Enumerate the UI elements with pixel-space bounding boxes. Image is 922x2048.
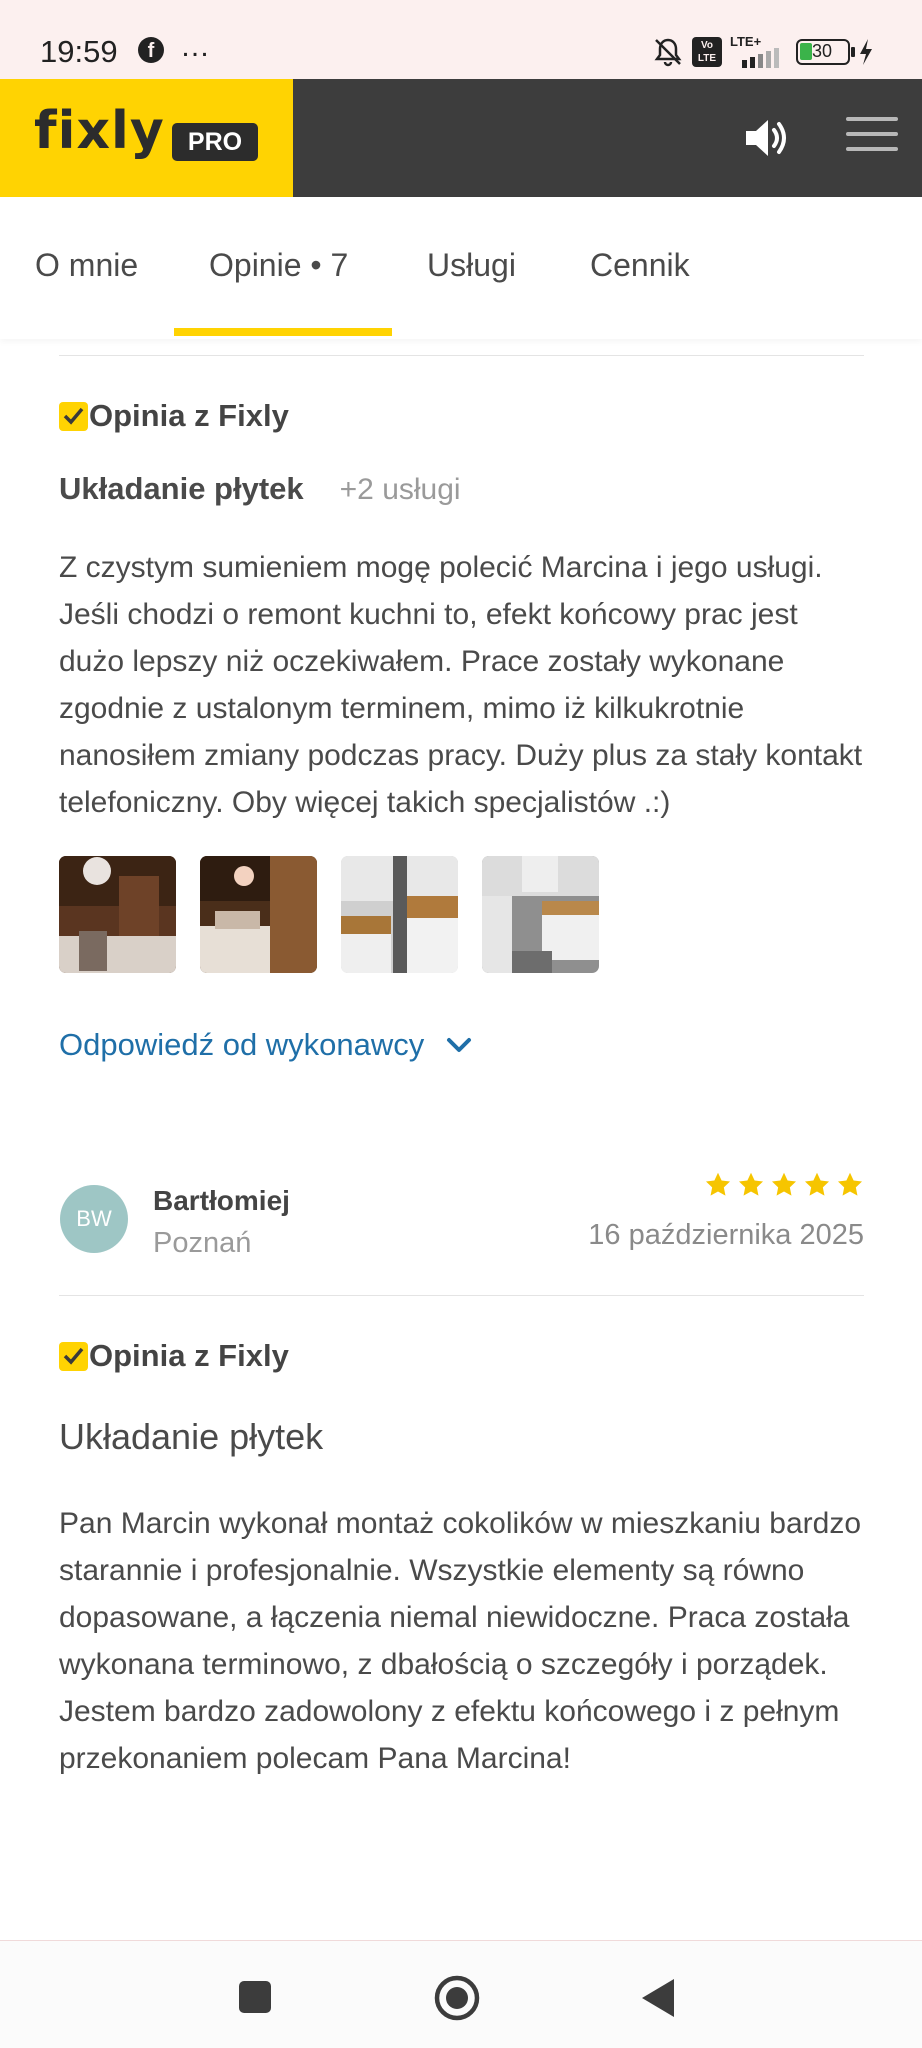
fixly-review-badge: Opinia z Fixly [59,1338,864,1374]
reviewer-header: BW Bartłomiej Poznań 16 października 202… [59,1157,864,1297]
review-photo[interactable] [200,856,317,973]
service-name: Układanie płytek [59,1416,324,1457]
recent-apps-icon[interactable] [237,1979,273,2015]
volte-icon: Vo LTE [692,37,722,67]
badge-label: Opinia z Fixly [89,1338,289,1373]
review-services: Układanie płytek +2 usługi [59,471,864,507]
lte-label: LTE+ [730,34,762,49]
battery-icon: 30 [796,39,855,65]
reviewer-city: Poznań [153,1227,252,1259]
divider [59,355,864,356]
review-date: 16 października 2025 [588,1219,864,1251]
active-tab-indicator [174,328,392,336]
chevron-down-icon [447,1038,472,1052]
review-card: Opinia z Fixly Układanie płytek +2 usług… [59,355,864,1063]
tab-opinie[interactable]: Opinie • 7 [209,247,348,284]
back-icon[interactable] [640,1977,676,2019]
charging-icon [860,39,872,65]
logo-text: fixly [34,101,165,161]
screen: 19:59 f … Vo LTE LTE+ 30 fixly PRO O mni… [0,0,922,2048]
review-text: Z czystym sumieniem mogę polecić Marcina… [59,551,863,819]
profile-tabs: O mnie Opinie • 7 Usługi Cennik [0,197,922,339]
home-icon[interactable] [433,1974,481,2022]
reviews-list: Opinia z Fixly Układanie płytek +2 usług… [59,339,864,1782]
reviewer-name: Bartłomiej [153,1185,290,1216]
speaker-icon[interactable] [740,113,790,163]
service-name: Układanie płytek [59,471,304,506]
star-icon [771,1172,797,1196]
bell-muted-icon [654,38,682,67]
signal-icon: LTE+ [730,34,780,68]
review-photos [59,856,864,973]
tab-cennik[interactable]: Cennik [590,247,690,284]
review-photo[interactable] [482,856,599,973]
status-time: 19:59 [40,34,118,69]
rating-stars [704,1171,864,1199]
pro-badge: PRO [172,123,258,161]
tab-uslugi[interactable]: Usługi [427,247,516,284]
star-icon [705,1172,731,1196]
review-card: BW Bartłomiej Poznań 16 października 202… [59,1157,864,1782]
fixly-logo[interactable]: fixly PRO [0,79,293,197]
star-icon [738,1172,764,1196]
reply-link-label: Odpowiedź od wykonawcy [59,1027,425,1062]
contractor-reply-toggle[interactable]: Odpowiedź od wykonawcy [59,1027,864,1063]
more-notifications-icon: … [180,30,211,63]
avatar: BW [60,1185,128,1253]
review-photo[interactable] [59,856,176,973]
review-text: Pan Marcin wykonał montaż cokolików w mi… [59,1507,862,1775]
review-photo[interactable] [341,856,458,973]
status-icons: Vo LTE LTE+ 30 [652,32,874,72]
more-services[interactable]: +2 usługi [340,473,461,507]
star-icon [804,1172,830,1196]
facebook-icon: f [138,37,164,63]
fixly-review-badge: Opinia z Fixly [59,398,864,434]
badge-label: Opinia z Fixly [89,398,289,433]
app-header: fixly PRO [0,79,922,197]
hamburger-menu-icon[interactable] [846,117,898,162]
checkbox-checked-icon [59,401,88,431]
tab-o-mnie[interactable]: O mnie [35,247,138,284]
star-icon [837,1172,863,1196]
system-nav-bar [0,1940,922,2048]
checkbox-checked-icon [59,1341,88,1371]
status-bar: 19:59 f … Vo LTE LTE+ 30 [0,0,922,79]
